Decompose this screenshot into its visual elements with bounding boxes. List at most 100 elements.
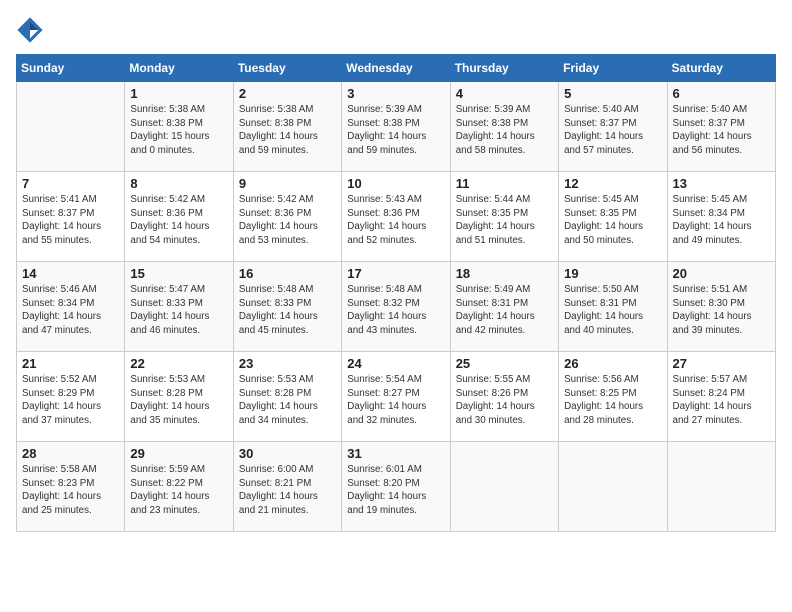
calendar-cell: 19 Sunrise: 5:50 AM Sunset: 8:31 PM Dayli… (559, 262, 667, 352)
day-number: 24 (347, 356, 444, 371)
day-number: 14 (22, 266, 119, 281)
day-number: 19 (564, 266, 661, 281)
calendar-cell: 28 Sunrise: 5:58 AM Sunset: 8:23 PM Dayli… (17, 442, 125, 532)
calendar-week-row: 7Sunrise: 5:41 AM Sunset: 8:37 PM Daylig… (17, 172, 776, 262)
day-info: Sunrise: 5:46 AM Sunset: 8:34 PM Dayligh… (22, 283, 119, 338)
calendar-cell: 23 Sunrise: 5:53 AM Sunset: 8:28 PM Dayli… (233, 352, 341, 442)
calendar-cell: 17 Sunrise: 5:48 AM Sunset: 8:32 PM Dayli… (342, 262, 450, 352)
day-info: Sunrise: 5:54 AM Sunset: 8:27 PM Dayligh… (347, 373, 444, 428)
day-info: Sunrise: 5:58 AM Sunset: 8:23 PM Dayligh… (22, 463, 119, 518)
calendar-cell: 24 Sunrise: 5:54 AM Sunset: 8:27 PM Dayli… (342, 352, 450, 442)
day-info: Sunrise: 5:42 AM Sunset: 8:36 PM Dayligh… (130, 193, 227, 248)
weekday-header-friday: Friday (559, 55, 667, 82)
day-number: 22 (130, 356, 227, 371)
day-info: Sunrise: 5:45 AM Sunset: 8:34 PM Dayligh… (673, 193, 770, 248)
day-number: 26 (564, 356, 661, 371)
calendar-cell: 4 Sunrise: 5:39 AM Sunset: 8:38 PM Daylig… (450, 82, 558, 172)
calendar-cell: 20 Sunrise: 5:51 AM Sunset: 8:30 PM Dayli… (667, 262, 775, 352)
day-number: 5 (564, 86, 661, 101)
day-number: 25 (456, 356, 553, 371)
calendar-cell: 8 Sunrise: 5:42 AM Sunset: 8:36 PM Daylig… (125, 172, 233, 262)
calendar-cell: 9 Sunrise: 5:42 AM Sunset: 8:36 PM Daylig… (233, 172, 341, 262)
calendar-cell: 7Sunrise: 5:41 AM Sunset: 8:37 PM Daylig… (17, 172, 125, 262)
day-info: Sunrise: 6:01 AM Sunset: 8:20 PM Dayligh… (347, 463, 444, 518)
day-info: Sunrise: 5:39 AM Sunset: 8:38 PM Dayligh… (456, 103, 553, 158)
day-number: 12 (564, 176, 661, 191)
day-info: Sunrise: 5:53 AM Sunset: 8:28 PM Dayligh… (239, 373, 336, 428)
logo (16, 16, 48, 44)
day-info: Sunrise: 5:39 AM Sunset: 8:38 PM Dayligh… (347, 103, 444, 158)
day-info: Sunrise: 5:44 AM Sunset: 8:35 PM Dayligh… (456, 193, 553, 248)
day-info: Sunrise: 5:52 AM Sunset: 8:29 PM Dayligh… (22, 373, 119, 428)
day-number: 20 (673, 266, 770, 281)
weekday-header-thursday: Thursday (450, 55, 558, 82)
calendar-cell (17, 82, 125, 172)
day-number: 4 (456, 86, 553, 101)
day-info: Sunrise: 5:55 AM Sunset: 8:26 PM Dayligh… (456, 373, 553, 428)
day-number: 15 (130, 266, 227, 281)
day-number: 30 (239, 446, 336, 461)
day-info: Sunrise: 5:38 AM Sunset: 8:38 PM Dayligh… (130, 103, 227, 158)
day-info: Sunrise: 5:45 AM Sunset: 8:35 PM Dayligh… (564, 193, 661, 248)
calendar-cell (559, 442, 667, 532)
day-number: 8 (130, 176, 227, 191)
calendar-week-row: 14 Sunrise: 5:46 AM Sunset: 8:34 PM Dayli… (17, 262, 776, 352)
day-number: 27 (673, 356, 770, 371)
day-info: Sunrise: 5:42 AM Sunset: 8:36 PM Dayligh… (239, 193, 336, 248)
calendar-cell: 15 Sunrise: 5:47 AM Sunset: 8:33 PM Dayli… (125, 262, 233, 352)
calendar-cell: 16Sunrise: 5:48 AM Sunset: 8:33 PM Dayli… (233, 262, 341, 352)
calendar-cell: 5 Sunrise: 5:40 AM Sunset: 8:37 PM Daylig… (559, 82, 667, 172)
calendar-cell: 14 Sunrise: 5:46 AM Sunset: 8:34 PM Dayli… (17, 262, 125, 352)
weekday-header-monday: Monday (125, 55, 233, 82)
weekday-header-tuesday: Tuesday (233, 55, 341, 82)
day-number: 13 (673, 176, 770, 191)
weekday-header-wednesday: Wednesday (342, 55, 450, 82)
day-number: 9 (239, 176, 336, 191)
logo-icon (16, 16, 44, 44)
day-info: Sunrise: 5:43 AM Sunset: 8:36 PM Dayligh… (347, 193, 444, 248)
calendar-cell: 25 Sunrise: 5:55 AM Sunset: 8:26 PM Dayli… (450, 352, 558, 442)
calendar-cell: 11 Sunrise: 5:44 AM Sunset: 8:35 PM Dayli… (450, 172, 558, 262)
calendar-cell: 29Sunrise: 5:59 AM Sunset: 8:22 PM Dayli… (125, 442, 233, 532)
calendar-cell: 21 Sunrise: 5:52 AM Sunset: 8:29 PM Dayli… (17, 352, 125, 442)
day-info: Sunrise: 5:47 AM Sunset: 8:33 PM Dayligh… (130, 283, 227, 338)
day-number: 3 (347, 86, 444, 101)
page-header (16, 16, 776, 44)
calendar-cell (450, 442, 558, 532)
calendar-week-row: 28 Sunrise: 5:58 AM Sunset: 8:23 PM Dayli… (17, 442, 776, 532)
day-info: Sunrise: 6:00 AM Sunset: 8:21 PM Dayligh… (239, 463, 336, 518)
day-info: Sunrise: 5:56 AM Sunset: 8:25 PM Dayligh… (564, 373, 661, 428)
day-info: Sunrise: 5:49 AM Sunset: 8:31 PM Dayligh… (456, 283, 553, 338)
day-info: Sunrise: 5:40 AM Sunset: 8:37 PM Dayligh… (564, 103, 661, 158)
day-number: 23 (239, 356, 336, 371)
day-number: 28 (22, 446, 119, 461)
calendar-cell: 13 Sunrise: 5:45 AM Sunset: 8:34 PM Dayli… (667, 172, 775, 262)
weekday-header-saturday: Saturday (667, 55, 775, 82)
day-number: 2 (239, 86, 336, 101)
day-number: 7 (22, 176, 119, 191)
calendar-cell: 6Sunrise: 5:40 AM Sunset: 8:37 PM Daylig… (667, 82, 775, 172)
day-info: Sunrise: 5:59 AM Sunset: 8:22 PM Dayligh… (130, 463, 227, 518)
calendar-week-row: 21 Sunrise: 5:52 AM Sunset: 8:29 PM Dayli… (17, 352, 776, 442)
day-info: Sunrise: 5:51 AM Sunset: 8:30 PM Dayligh… (673, 283, 770, 338)
calendar-cell: 18Sunrise: 5:49 AM Sunset: 8:31 PM Dayli… (450, 262, 558, 352)
calendar-cell: 3 Sunrise: 5:39 AM Sunset: 8:38 PM Daylig… (342, 82, 450, 172)
weekday-header-row: SundayMondayTuesdayWednesdayThursdayFrid… (17, 55, 776, 82)
calendar-cell: 22Sunrise: 5:53 AM Sunset: 8:28 PM Dayli… (125, 352, 233, 442)
calendar-table: SundayMondayTuesdayWednesdayThursdayFrid… (16, 54, 776, 532)
day-number: 17 (347, 266, 444, 281)
day-info: Sunrise: 5:50 AM Sunset: 8:31 PM Dayligh… (564, 283, 661, 338)
day-info: Sunrise: 5:48 AM Sunset: 8:33 PM Dayligh… (239, 283, 336, 338)
calendar-week-row: 1Sunrise: 5:38 AM Sunset: 8:38 PM Daylig… (17, 82, 776, 172)
day-number: 21 (22, 356, 119, 371)
calendar-cell: 31 Sunrise: 6:01 AM Sunset: 8:20 PM Dayli… (342, 442, 450, 532)
day-number: 31 (347, 446, 444, 461)
day-info: Sunrise: 5:38 AM Sunset: 8:38 PM Dayligh… (239, 103, 336, 158)
weekday-header-sunday: Sunday (17, 55, 125, 82)
calendar-cell: 10Sunrise: 5:43 AM Sunset: 8:36 PM Dayli… (342, 172, 450, 262)
day-info: Sunrise: 5:48 AM Sunset: 8:32 PM Dayligh… (347, 283, 444, 338)
calendar-cell: 27Sunrise: 5:57 AM Sunset: 8:24 PM Dayli… (667, 352, 775, 442)
day-number: 11 (456, 176, 553, 191)
day-number: 6 (673, 86, 770, 101)
calendar-cell: 12 Sunrise: 5:45 AM Sunset: 8:35 PM Dayli… (559, 172, 667, 262)
